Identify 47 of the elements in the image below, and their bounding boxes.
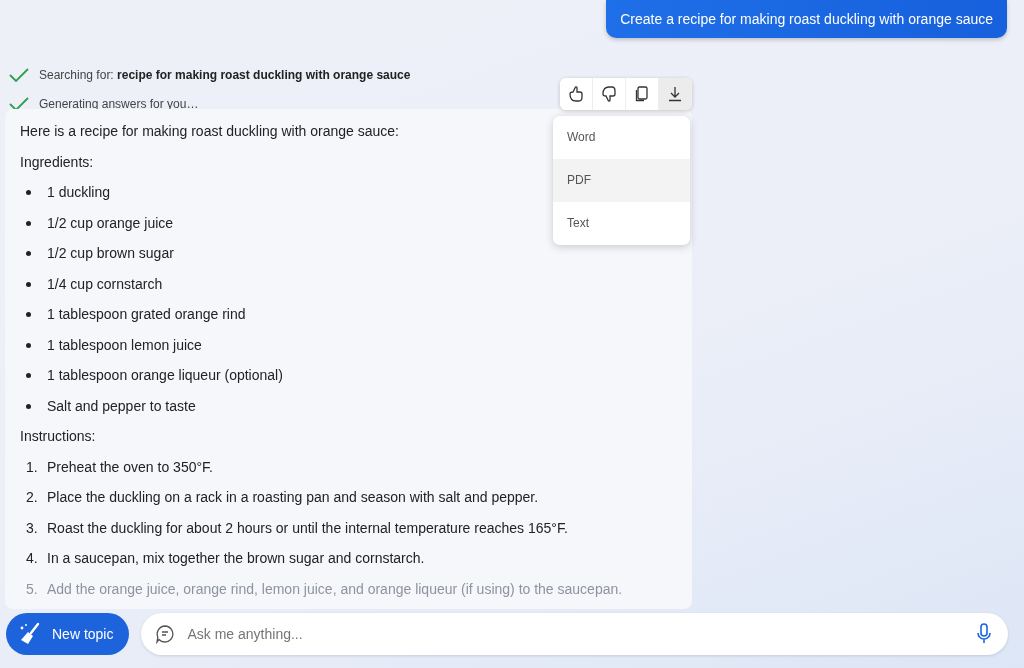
step-number: 4. [26,549,39,568]
ingredient-item: 1 tablespoon grated orange rind [47,305,246,324]
copy-button[interactable] [626,78,659,110]
instruction-step: Place the duckling on a rack in a roasting pan and season with salt and pepper. [47,487,539,518]
bullet-icon [26,251,31,256]
section-heading: Instructions: [20,427,96,446]
ingredient-item: Salt and pepper to taste [47,396,196,416]
thumbs-up-icon [567,85,585,103]
section-heading: Ingredients: [20,152,94,172]
copy-icon [633,85,651,103]
instruction-step: Add the orange juice, orange rind, lemon juice, and orange liqueur (if using) to the saucepan. [47,578,623,609]
ingredient-item: 1 duckling [47,183,111,202]
ingredient-item: 1 tablespoon orange liqueur (optional) [47,366,283,385]
step-number: 1. [26,457,39,477]
chat-input-field[interactable]: Ask me anything... [141,613,1008,655]
new-topic-button[interactable]: New topic [6,613,130,655]
menu-item[interactable]: Text [553,202,690,245]
step-number: 3. [26,518,39,538]
thumbs-down-icon [600,85,618,103]
microphone-icon[interactable] [976,623,992,645]
ingredient-item: 1/2 cup brown sugar [47,244,174,263]
chat-icon [155,624,176,644]
bullet-icon [26,220,31,226]
like-button[interactable] [560,78,593,110]
status-text: Searching for: recipe for making roast duckling with orange sauce [39,67,411,82]
bullet-icon [26,312,31,317]
answer-intro: Here is a recipe for making roast duckling with orange sauce: [20,122,399,141]
dislike-button[interactable] [593,78,626,110]
instruction-step: Preheat the oven to 350°F. [47,456,213,487]
text-input[interactable]: Ask me anything... [185,625,966,643]
step-number: 5. [26,579,39,599]
instruction-step: Roast the duckling for about 2 hours or until the internal temperature reaches 165°F. [47,517,568,548]
ingredient-item: 1/4 cup cornstarch [47,274,163,294]
bullet-icon [26,190,31,195]
bullet-icon [26,342,31,348]
instruction-step: In a saucepan, mix together the brown sugar and cornstarch. [47,548,425,579]
download-icon [666,85,684,103]
ingredient-item: 1/2 cup orange juice [47,213,174,233]
download-button[interactable] [659,78,692,110]
menu-item[interactable]: Word [553,116,690,159]
bullet-icon [26,281,31,287]
bullet-icon [26,403,31,409]
bullet-icon [26,373,31,378]
step-number: 2. [26,488,39,507]
user-message: Create a recipe for making roast duckling with orange sauce [606,0,1007,38]
menu-item[interactable]: PDF [553,159,690,202]
ingredient-item: 1 tablespoon lemon juice [47,335,202,355]
